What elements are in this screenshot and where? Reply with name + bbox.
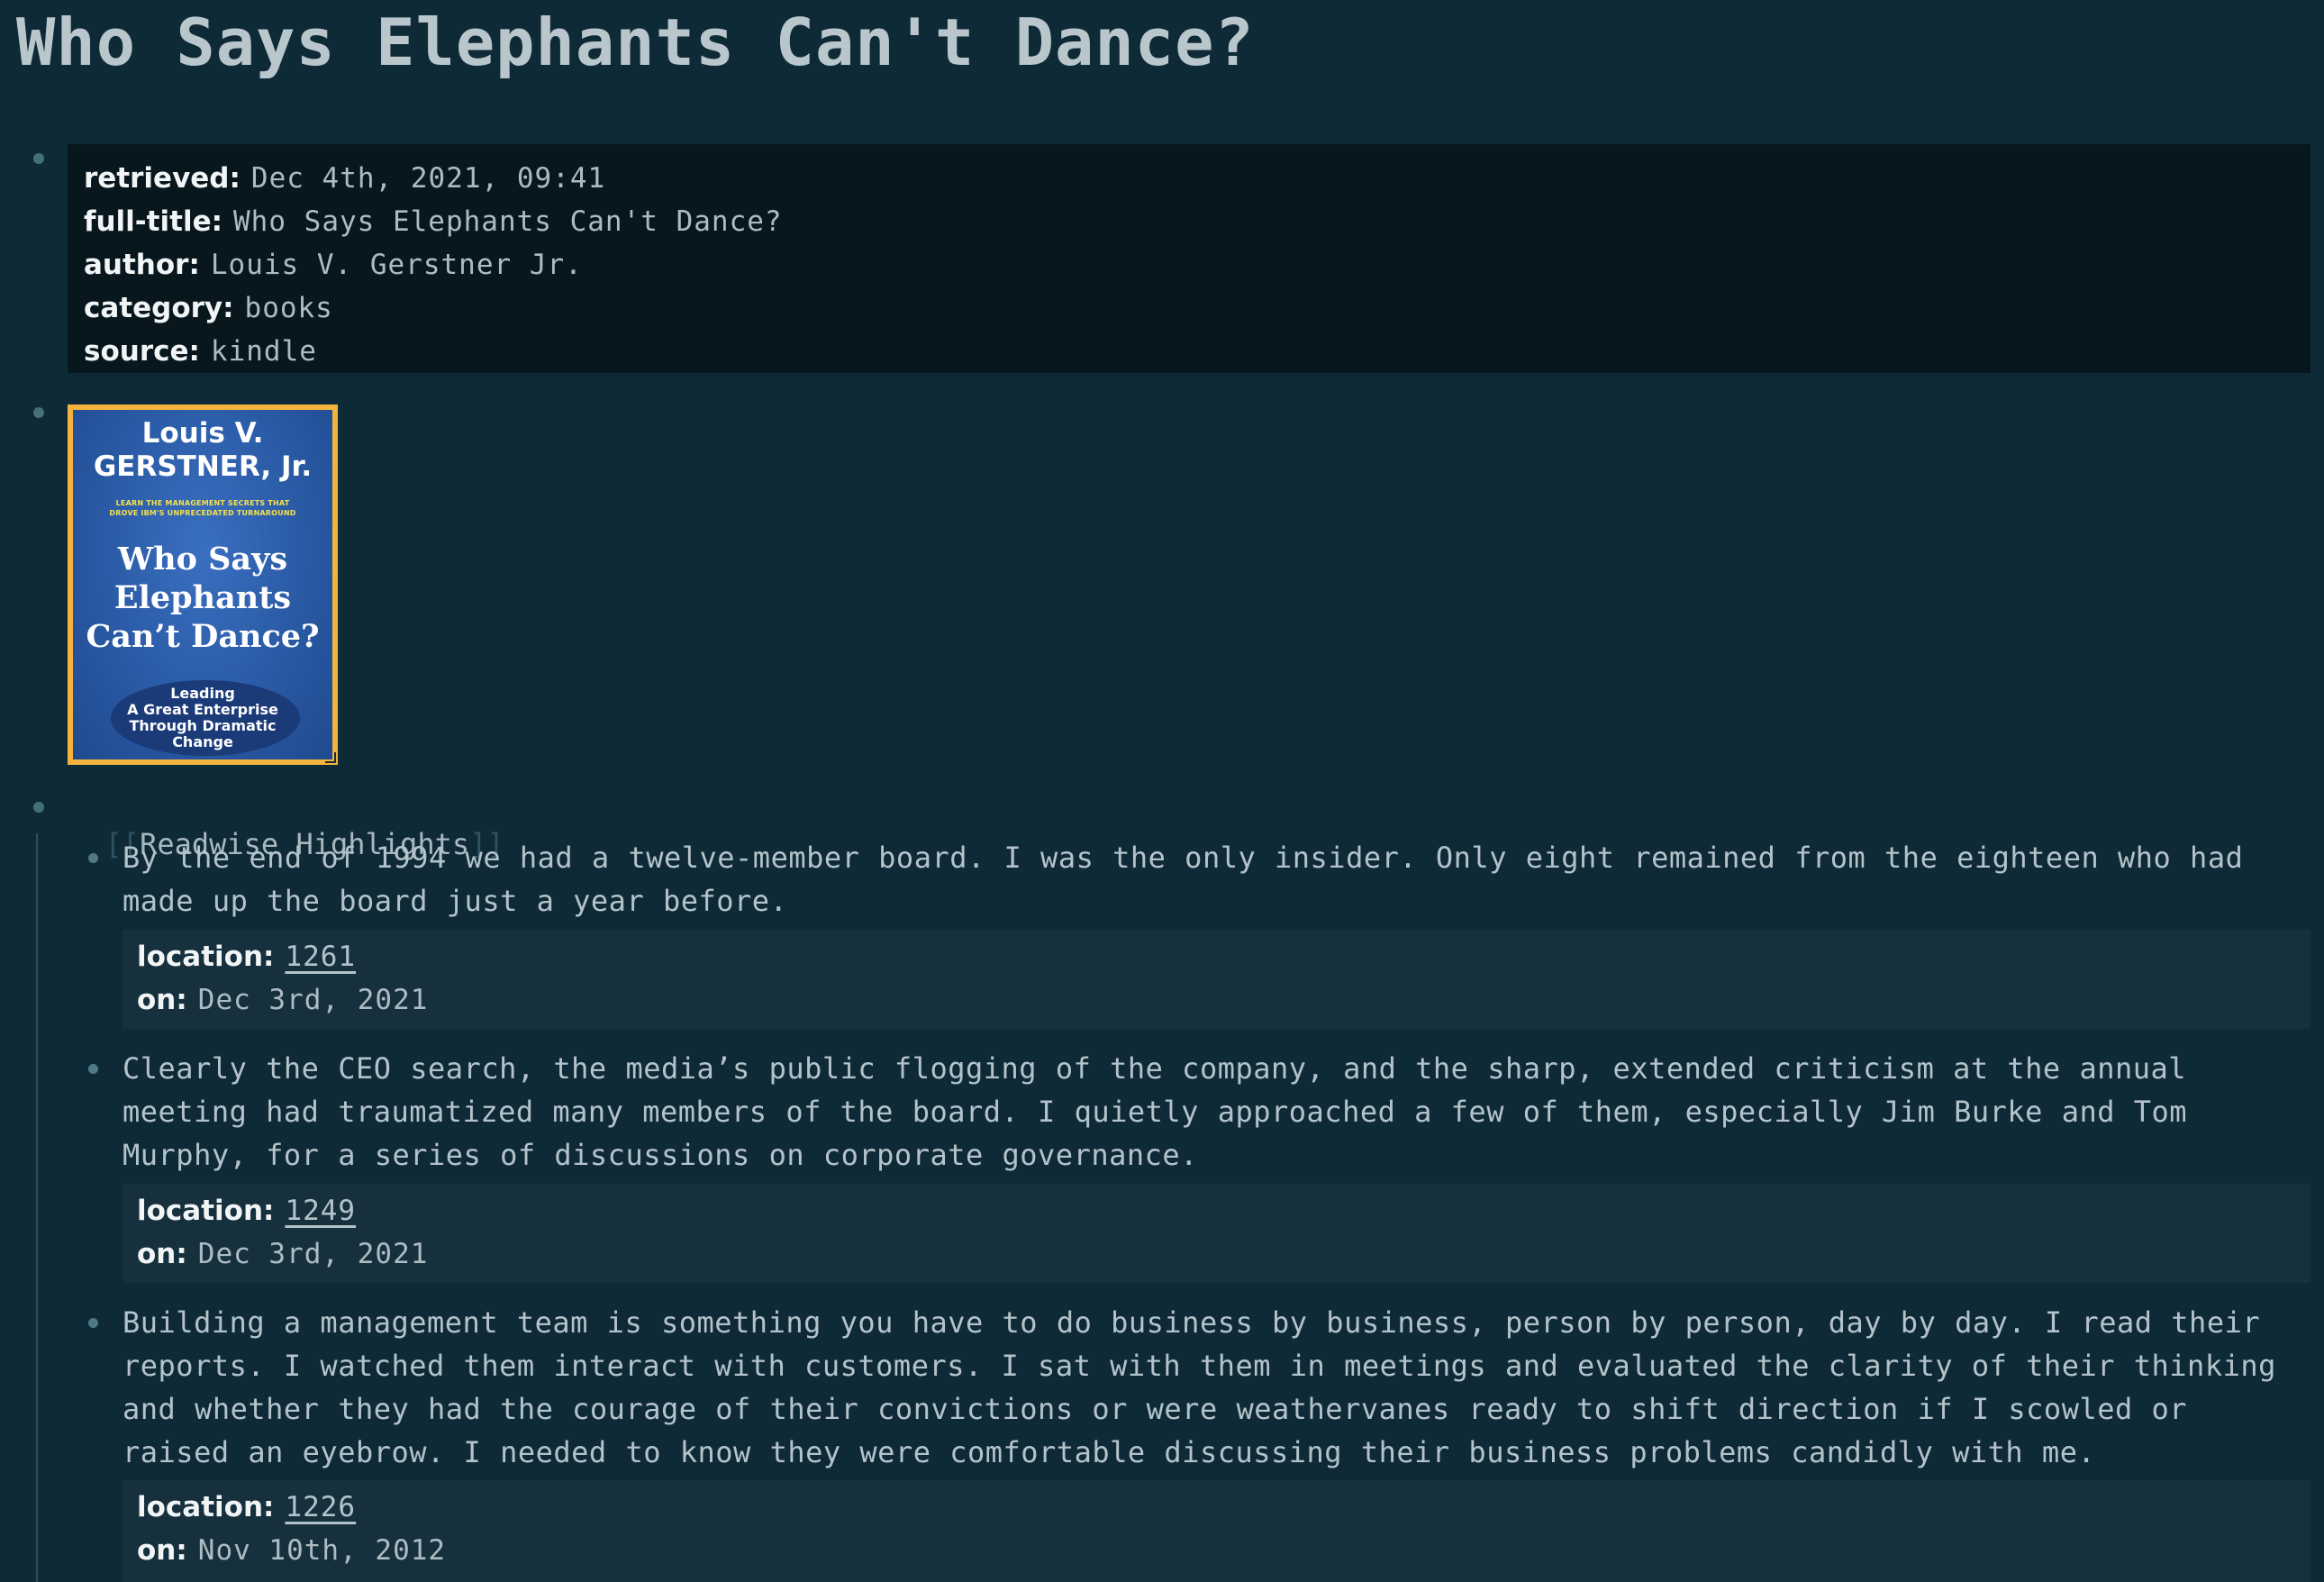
highlight-date: Nov 10th, 2012 [197,1534,447,1567]
highlight-meta[interactable]: location:1226 on: Nov 10th, 2012 [123,1480,2310,1582]
book-cover-art: Louis V. GERSTNER, Jr. LEARN THE MANAGEM… [73,410,332,759]
property-key: author [84,249,189,281]
cover-author: Louis V. GERSTNER, Jr. [93,417,313,483]
location-link[interactable]: 1226 [285,1486,356,1529]
location-link[interactable]: 1249 [285,1189,356,1232]
meta-key: location [137,1195,264,1227]
resize-handle-icon[interactable] [325,752,336,763]
cover-bullet[interactable] [33,407,44,418]
highlight-meta[interactable]: location:1249 on: Dec 3rd, 2021 [123,1184,2310,1283]
cover-subtitle: Leading A Great Enterprise Through Drama… [127,685,278,750]
meta-key: location [137,1491,264,1523]
property-value: kindle [210,335,317,368]
property-key: source [84,335,189,368]
property-key: full-title [84,205,212,238]
property-key: retrieved [84,162,230,195]
property-value: books [244,292,333,324]
properties-block[interactable]: retrieved: Dec 4th, 2021, 09:41 full-titl… [68,144,2310,373]
meta-key: location [137,941,264,973]
property-value: Louis V. Gerstner Jr. [210,249,583,281]
highlight-text[interactable]: Building a management team is something … [123,1301,2307,1474]
page-title: Who Says Elephants Can't Dance? [16,5,1255,80]
highlight-date: Dec 3rd, 2021 [197,1238,429,1270]
highlight-text[interactable]: Clearly the CEO search, the media’s publ… [123,1047,2307,1177]
property-row: category: books [84,286,2294,330]
property-row: retrieved: Dec 4th, 2021, 09:41 [84,157,2294,200]
property-row: full-title: Who Says Elephants Can't Danc… [84,200,2294,243]
property-key: category [84,292,223,324]
meta-key: on [137,1238,177,1270]
properties-bullet[interactable] [33,153,44,164]
meta-key: on [137,1534,177,1567]
readwise-bullet[interactable] [33,802,44,813]
highlight-bullet[interactable] [88,1064,98,1074]
property-row: author: Louis V. Gerstner Jr. [84,243,2294,286]
book-cover-image[interactable]: Louis V. GERSTNER, Jr. LEARN THE MANAGEM… [68,405,338,765]
highlight-text[interactable]: By the end of 1994 we had a twelve-membe… [123,836,2307,923]
highlight-bullet[interactable] [88,1318,98,1328]
meta-key: on [137,984,177,1016]
children-thread-line[interactable] [36,833,38,1582]
location-link[interactable]: 1261 [285,935,356,978]
property-row: source: kindle [84,330,2294,373]
cover-title: Who Says Elephants Can’t Dance? [86,541,320,655]
property-value: Dec 4th, 2021, 09:41 [250,162,606,195]
highlight-bullet[interactable] [88,853,98,863]
property-value: Who Says Elephants Can't Dance? [233,205,783,238]
cover-tagline: LEARN THE MANAGEMENT SECRETS THAT DROVE … [109,499,296,517]
highlight-date: Dec 3rd, 2021 [197,984,429,1016]
highlight-meta[interactable]: location:1261 on: Dec 3rd, 2021 [123,930,2310,1029]
